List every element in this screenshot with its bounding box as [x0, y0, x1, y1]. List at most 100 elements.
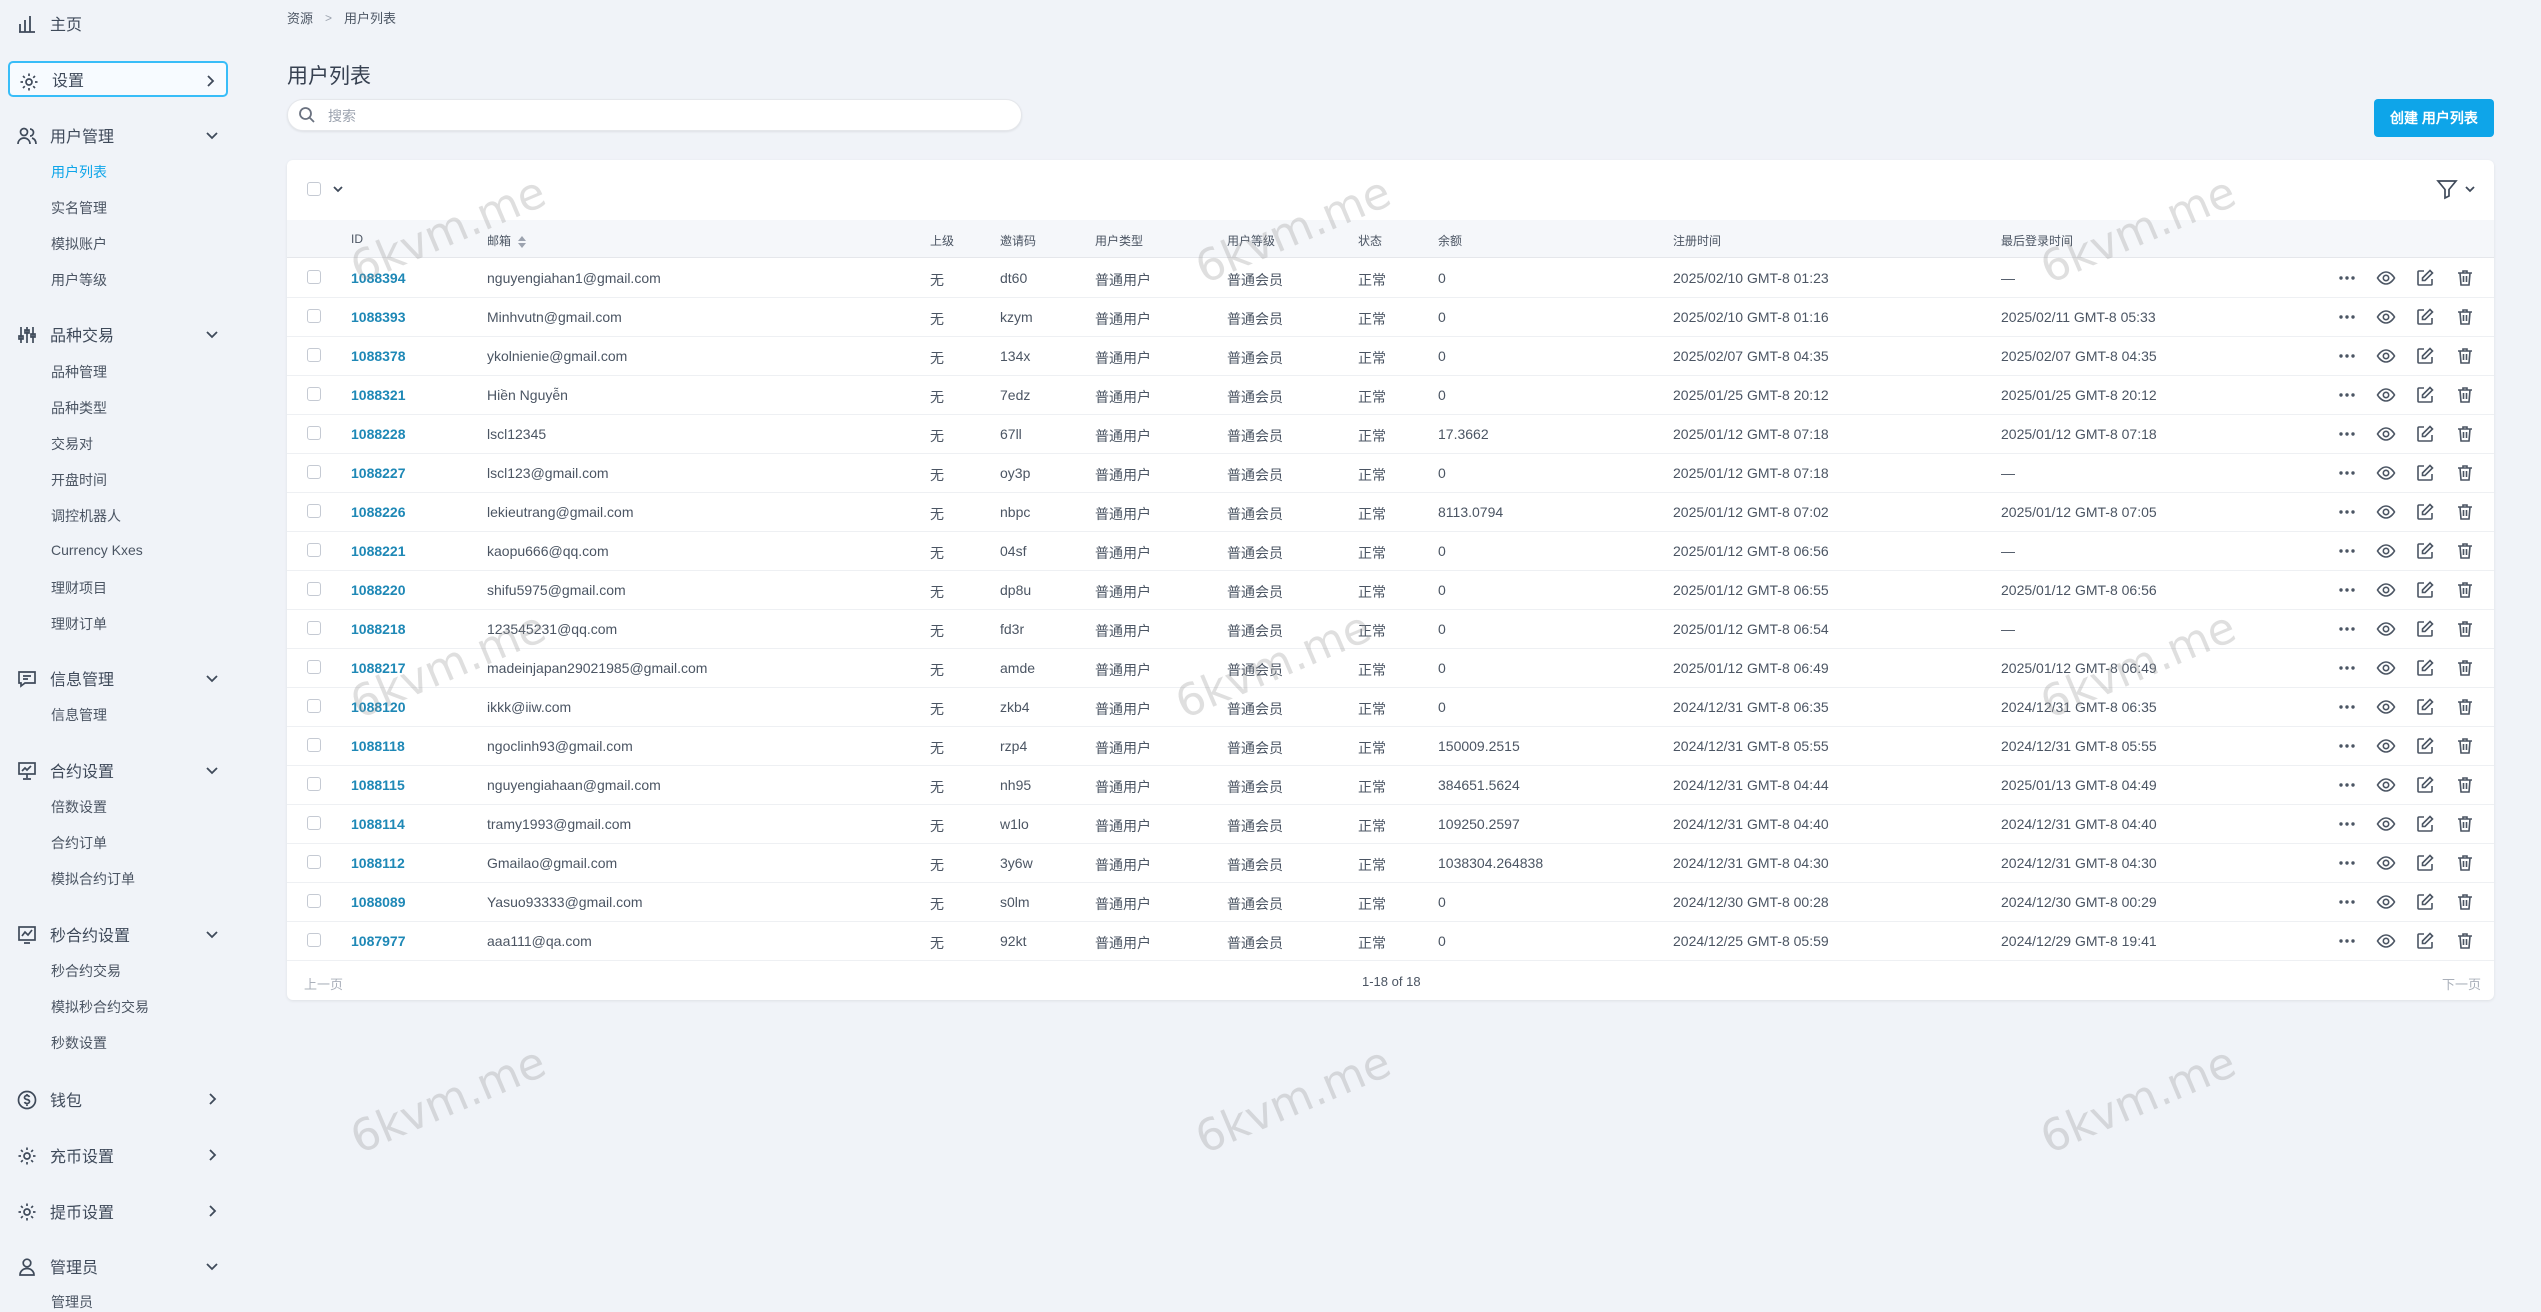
trash-icon[interactable] — [2455, 424, 2475, 444]
trash-icon[interactable] — [2455, 268, 2475, 288]
trash-icon[interactable] — [2455, 658, 2475, 678]
sidebar-item-currency-kxes[interactable]: Currency Kxes — [51, 542, 143, 558]
sidebar-item-user-list[interactable]: 用户列表 — [51, 162, 107, 182]
more-icon[interactable] — [2337, 580, 2357, 600]
row-checkbox[interactable] — [307, 270, 321, 284]
search-input[interactable] — [326, 104, 1010, 128]
eye-icon[interactable] — [2376, 463, 2396, 483]
nav-deposit[interactable]: 充币设置 — [8, 1137, 228, 1173]
chevron-down-icon[interactable] — [331, 182, 345, 196]
edit-icon[interactable] — [2415, 541, 2435, 561]
row-checkbox[interactable] — [307, 816, 321, 830]
trash-icon[interactable] — [2455, 502, 2475, 522]
edit-icon[interactable] — [2415, 463, 2435, 483]
trash-icon[interactable] — [2455, 775, 2475, 795]
nav-info[interactable]: 信息管理 — [8, 660, 228, 696]
edit-icon[interactable] — [2415, 346, 2435, 366]
row-checkbox[interactable] — [307, 660, 321, 674]
cell-id[interactable]: 1088220 — [351, 582, 406, 598]
edit-icon[interactable] — [2415, 697, 2435, 717]
trash-icon[interactable] — [2455, 814, 2475, 834]
edit-icon[interactable] — [2415, 775, 2435, 795]
eye-icon[interactable] — [2376, 736, 2396, 756]
eye-icon[interactable] — [2376, 346, 2396, 366]
cell-id[interactable]: 1088227 — [351, 465, 406, 481]
more-icon[interactable] — [2337, 268, 2357, 288]
nav-home[interactable]: 主页 — [8, 5, 228, 41]
eye-icon[interactable] — [2376, 307, 2396, 327]
row-checkbox[interactable] — [307, 504, 321, 518]
edit-icon[interactable] — [2415, 619, 2435, 639]
edit-icon[interactable] — [2415, 814, 2435, 834]
nav-contract[interactable]: 合约设置 — [8, 752, 228, 788]
sidebar-item-robot[interactable]: 调控机器人 — [51, 506, 121, 526]
sidebar-item-trading-pair[interactable]: 交易对 — [51, 434, 93, 454]
more-icon[interactable] — [2337, 892, 2357, 912]
nav-trading[interactable]: 品种交易 — [8, 316, 228, 352]
search-box[interactable] — [287, 99, 1022, 131]
trash-icon[interactable] — [2455, 697, 2475, 717]
more-icon[interactable] — [2337, 697, 2357, 717]
eye-icon[interactable] — [2376, 853, 2396, 873]
nav-wallet[interactable]: 钱包 — [8, 1081, 228, 1117]
edit-icon[interactable] — [2415, 307, 2435, 327]
edit-icon[interactable] — [2415, 268, 2435, 288]
row-checkbox[interactable] — [307, 777, 321, 791]
sidebar-item-contract-order[interactable]: 合约订单 — [51, 833, 107, 853]
sidebar-item-finance-project[interactable]: 理财项目 — [51, 578, 107, 598]
row-checkbox[interactable] — [307, 933, 321, 947]
more-icon[interactable] — [2337, 346, 2357, 366]
row-checkbox[interactable] — [307, 309, 321, 323]
cell-id[interactable]: 1088393 — [351, 309, 406, 325]
cell-id[interactable]: 1088118 — [351, 738, 405, 754]
trash-icon[interactable] — [2455, 619, 2475, 639]
sidebar-item-demo-contract-order[interactable]: 模拟合约订单 — [51, 869, 135, 889]
more-icon[interactable] — [2337, 658, 2357, 678]
next-page-button[interactable]: 下一页 — [2442, 974, 2481, 993]
eye-icon[interactable] — [2376, 658, 2396, 678]
eye-icon[interactable] — [2376, 424, 2396, 444]
cell-id[interactable]: 1088089 — [351, 894, 406, 910]
more-icon[interactable] — [2337, 307, 2357, 327]
sidebar-item-product-mgmt[interactable]: 品种管理 — [51, 362, 107, 382]
trash-icon[interactable] — [2455, 463, 2475, 483]
cell-id[interactable]: 1088112 — [351, 855, 405, 871]
sidebar-item-finance-order[interactable]: 理财订单 — [51, 614, 107, 634]
cell-id[interactable]: 1087977 — [351, 933, 406, 949]
edit-icon[interactable] — [2415, 736, 2435, 756]
cell-id[interactable]: 1088114 — [351, 816, 405, 832]
more-icon[interactable] — [2337, 853, 2357, 873]
trash-icon[interactable] — [2455, 346, 2475, 366]
nav-admin[interactable]: 管理员 — [8, 1248, 228, 1284]
eye-icon[interactable] — [2376, 502, 2396, 522]
trash-icon[interactable] — [2455, 853, 2475, 873]
more-icon[interactable] — [2337, 736, 2357, 756]
trash-icon[interactable] — [2455, 541, 2475, 561]
eye-icon[interactable] — [2376, 931, 2396, 951]
eye-icon[interactable] — [2376, 619, 2396, 639]
more-icon[interactable] — [2337, 619, 2357, 639]
cell-id[interactable]: 1088218 — [351, 621, 406, 637]
edit-icon[interactable] — [2415, 502, 2435, 522]
filter-icon[interactable] — [2435, 177, 2459, 201]
cell-id[interactable]: 1088378 — [351, 348, 406, 364]
nav-user-mgmt[interactable]: 用户管理 — [8, 117, 228, 153]
cell-id[interactable]: 1088226 — [351, 504, 406, 520]
sidebar-item-user-level[interactable]: 用户等级 — [51, 270, 107, 290]
trash-icon[interactable] — [2455, 580, 2475, 600]
more-icon[interactable] — [2337, 814, 2357, 834]
cell-id[interactable]: 1088228 — [351, 426, 406, 442]
row-checkbox[interactable] — [307, 894, 321, 908]
row-checkbox[interactable] — [307, 387, 321, 401]
select-all-checkbox[interactable] — [307, 182, 321, 196]
row-checkbox[interactable] — [307, 582, 321, 596]
edit-icon[interactable] — [2415, 385, 2435, 405]
edit-icon[interactable] — [2415, 580, 2435, 600]
sidebar-item-sec-settings[interactable]: 秒数设置 — [51, 1033, 107, 1053]
eye-icon[interactable] — [2376, 580, 2396, 600]
sidebar-item-demo-account[interactable]: 模拟账户 — [51, 234, 107, 254]
row-checkbox[interactable] — [307, 426, 321, 440]
more-icon[interactable] — [2337, 463, 2357, 483]
more-icon[interactable] — [2337, 502, 2357, 522]
sidebar-item-realname[interactable]: 实名管理 — [51, 198, 107, 218]
